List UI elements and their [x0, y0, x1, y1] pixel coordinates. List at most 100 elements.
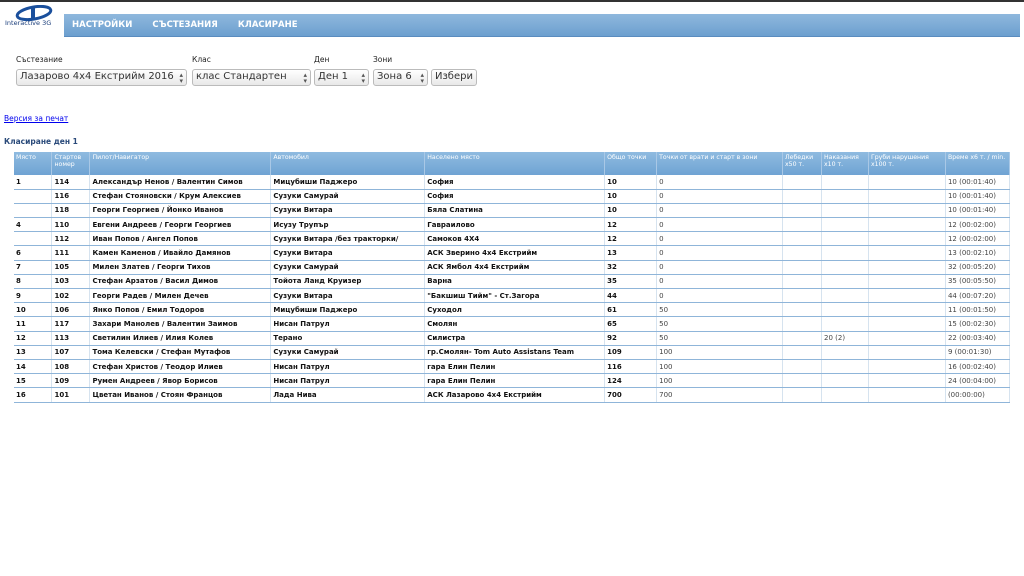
logo[interactable]: Interactive 3G	[4, 5, 60, 31]
table-cell: 100	[656, 373, 784, 389]
table-cell	[821, 359, 869, 375]
table-cell: 0	[656, 288, 784, 304]
column-header: Стартов номер	[51, 152, 91, 175]
table-cell	[821, 345, 869, 360]
table-cell	[868, 189, 946, 204]
table-cell: 50	[656, 302, 784, 318]
table-cell: 44 (00:07:20)	[945, 288, 1011, 304]
table-cell	[868, 274, 946, 290]
class-select[interactable]: клас Стандартен ▴ ▾	[192, 69, 311, 86]
table-cell	[821, 203, 869, 219]
table-cell	[821, 260, 869, 275]
table-cell: 118	[51, 203, 91, 219]
main-nav: НАСТРОЙКИ СЪСТЕЗАНИЯ КЛАСИРАНЕ	[64, 14, 1020, 37]
table-cell: 116	[51, 189, 91, 204]
table-cell	[868, 245, 946, 261]
table-cell: 32	[604, 260, 658, 275]
table-cell	[821, 316, 869, 332]
select-button[interactable]: Избери	[431, 69, 477, 86]
table-cell: 12	[14, 331, 53, 346]
table-cell: 0	[656, 175, 784, 190]
table-cell: 15 (00:02:30)	[945, 316, 1011, 332]
table-cell	[14, 189, 53, 204]
table-cell: 9 (00:01:30)	[945, 345, 1011, 360]
zones-value: Зона 6	[377, 71, 412, 82]
table-cell	[782, 217, 822, 233]
table-row: 9 102 Георги Радев / Милен Дечев Сузуки Вит…	[14, 288, 1011, 304]
table-cell: 108	[51, 359, 91, 375]
table-cell: Исузу Трупър	[270, 217, 426, 233]
table-cell: АСК Лазарово 4x4 Екстрийм	[424, 387, 606, 403]
table-cell: 0	[656, 260, 784, 275]
nav-standings[interactable]: КЛАСИРАНЕ	[238, 20, 298, 30]
table-cell: 16 (00:02:40)	[945, 359, 1011, 375]
table-cell	[868, 316, 946, 332]
table-cell	[782, 359, 822, 375]
nav-settings[interactable]: НАСТРОЙКИ	[72, 20, 132, 30]
table-cell	[782, 274, 822, 290]
table-cell	[868, 260, 946, 275]
table-cell	[821, 245, 869, 261]
table-cell	[821, 175, 869, 190]
table-cell: "Бакшиш Тийм" - Ст.Загора	[424, 288, 606, 304]
table-cell: Сузуки Витара	[270, 203, 426, 219]
table-cell	[782, 302, 822, 318]
table-cell: 0	[656, 231, 784, 247]
table-cell: Суходол	[424, 302, 606, 318]
table-cell	[868, 302, 946, 318]
standings-heading: Класиране ден 1	[4, 137, 78, 146]
table-cell: 92	[604, 331, 658, 346]
competition-select[interactable]: Лазарово 4x4 Екстрийм 2016 ▴ ▾	[16, 69, 187, 86]
table-cell: 50	[656, 316, 784, 332]
table-cell: 0	[656, 189, 784, 204]
table-cell: АСК Зверино 4x4 Екстрийм	[424, 245, 606, 261]
table-cell: 111	[51, 245, 91, 261]
table-cell: Александър Ненов / Валентин Симов	[89, 175, 272, 190]
table-cell: 107	[51, 345, 91, 360]
table-cell: 12	[604, 231, 658, 247]
table-cell: 13	[14, 345, 53, 360]
table-cell: 6	[14, 245, 53, 261]
table-row: 11 117 Захари Манолев / Валентин Заимов Нис…	[14, 316, 1011, 332]
zones-select[interactable]: Зона 6 ▴ ▾	[373, 69, 428, 86]
table-cell: 0	[656, 274, 784, 290]
table-cell: Сузуки Витара /без тракторки/	[270, 231, 426, 247]
nav-competitions[interactable]: СЪСТЕЗАНИЯ	[152, 20, 217, 30]
table-cell: Янко Попов / Емил Тодоров	[89, 302, 272, 318]
column-header: Населено място	[424, 152, 606, 175]
table-cell	[821, 387, 869, 403]
table-cell: Светилин Илиев / Илия Колев	[89, 331, 272, 346]
column-header: Наказания x10 т.	[821, 152, 869, 175]
print-version-link[interactable]: Версия за печат	[4, 114, 68, 123]
table-cell	[782, 316, 822, 332]
table-cell: Самоков 4X4	[424, 231, 606, 247]
table-cell: 16	[14, 387, 53, 403]
select-arrows-icon: ▴ ▾	[361, 71, 365, 85]
table-row: 8 103 Стефан Арзатов / Васил Димов Тойота Л…	[14, 274, 1011, 290]
table-cell: 0	[656, 217, 784, 233]
day-select[interactable]: Ден 1 ▴ ▾	[314, 69, 369, 86]
table-cell	[782, 373, 822, 389]
table-cell	[868, 345, 946, 360]
table-cell	[782, 175, 822, 190]
table-row: 13 107 Тома Келевски / Стефан Мутафов Сузук…	[14, 345, 1011, 360]
table-cell: 0	[656, 203, 784, 219]
table-cell	[868, 231, 946, 247]
table-cell: Камен Каменов / Ивайло Дамянов	[89, 245, 272, 261]
table-cell: 113	[51, 331, 91, 346]
table-cell: Захари Манолев / Валентин Заимов	[89, 316, 272, 332]
zones-label: Зони	[373, 55, 393, 64]
column-header: Груби нарушения x100 т.	[868, 152, 946, 175]
table-cell: 12 (00:02:00)	[945, 217, 1011, 233]
select-arrows-icon: ▴ ▾	[420, 71, 424, 85]
table-cell: Нисан Патрул	[270, 316, 426, 332]
standings-table: Място Стартов номер Пилот/Навигатор Автомоб…	[14, 152, 1011, 403]
table-cell: 10 (00:01:40)	[945, 189, 1011, 204]
column-header: Общо точки	[604, 152, 658, 175]
table-cell: Стефан Христов / Теодор Илиев	[89, 359, 272, 375]
table-cell: 44	[604, 288, 658, 304]
table-row: 116 Стефан Стояновски / Крум Алексиев Сузу…	[14, 189, 1011, 204]
table-cell: Иван Попов / Ангел Попов	[89, 231, 272, 247]
table-header: Място Стартов номер Пилот/Навигатор Автомоб…	[14, 152, 1011, 175]
table-cell: 109	[51, 373, 91, 389]
